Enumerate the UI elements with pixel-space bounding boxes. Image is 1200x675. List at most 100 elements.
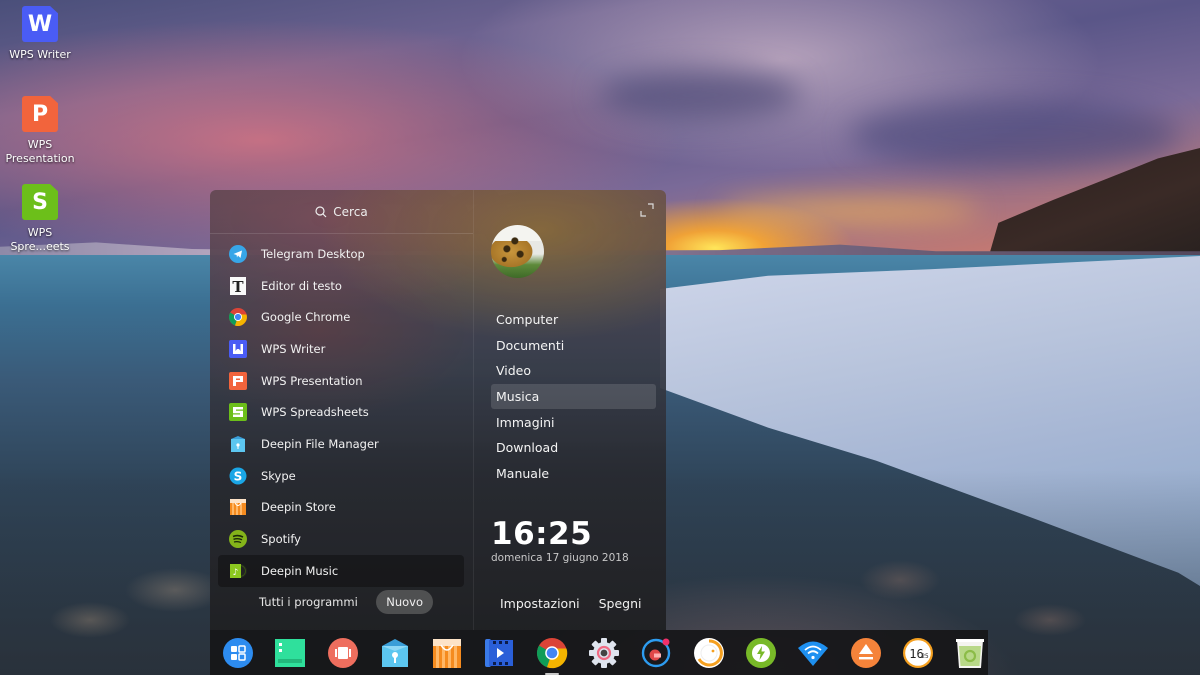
start-menu: Cerca Telegram Desktop T Editor di testo…	[210, 190, 666, 630]
app-item-wps-presentation[interactable]: WPS Presentation	[218, 365, 464, 397]
desktop-icon-wps-presentation[interactable]: P WPS Presentation	[4, 96, 76, 166]
dock-item-screen-recorder[interactable]	[327, 637, 359, 669]
wps-writer-icon	[229, 339, 247, 358]
app-item-file-manager[interactable]: Deepin File Manager	[218, 428, 464, 460]
screen-recorder-icon	[327, 637, 358, 668]
dock-item-volume[interactable]	[693, 637, 725, 669]
app-item-chrome[interactable]: Google Chrome	[218, 301, 464, 333]
dock: 16 25	[210, 630, 988, 675]
dock-item-movie-player[interactable]	[483, 637, 515, 669]
power-bolt-icon	[745, 637, 776, 668]
dock-item-launcher[interactable]	[222, 637, 254, 669]
app-item-deepin-store[interactable]: Deepin Store	[218, 492, 464, 524]
clock-date: domenica 17 giugno 2018	[491, 552, 629, 564]
app-item-text-editor[interactable]: T Editor di testo	[218, 270, 464, 302]
app-label: Skype	[261, 468, 296, 483]
dock-item-clock[interactable]: 16 25	[902, 637, 934, 669]
deepin-music-icon: ♪	[229, 562, 247, 580]
eject-icon	[850, 637, 881, 668]
shutdown-button[interactable]: Spegni	[599, 596, 642, 611]
wps-writer-icon: W	[22, 6, 58, 42]
desktop-icon-wps-writer[interactable]: W WPS Writer	[4, 6, 76, 62]
app-item-skype[interactable]: S Skype	[218, 460, 464, 492]
wallpaper-cloud	[720, 200, 980, 222]
app-item-telegram[interactable]: Telegram Desktop	[218, 238, 464, 270]
search-placeholder: Cerca	[333, 204, 368, 219]
app-item-wps-writer[interactable]: WPS Writer	[218, 333, 464, 365]
app-label: WPS Presentation	[261, 373, 363, 388]
clock-time: 16:25	[491, 516, 593, 552]
app-label: Deepin Music	[261, 563, 339, 578]
app-label: Editor di testo	[261, 278, 342, 293]
dock-item-notifications[interactable]	[640, 637, 672, 669]
telegram-icon	[229, 244, 247, 263]
chrome-icon	[229, 308, 247, 327]
desktop-icon-label: WPS Presentation	[5, 138, 75, 165]
app-label: Spotify	[261, 532, 301, 547]
notification-center-icon	[642, 638, 671, 667]
dock-item-network[interactable]	[797, 637, 829, 669]
search-icon	[315, 205, 327, 217]
app-label: Telegram Desktop	[261, 246, 365, 261]
place-pictures[interactable]: Immagini	[491, 409, 656, 435]
launcher-icon	[223, 637, 253, 668]
movie-player-icon	[485, 638, 514, 667]
wps-spreadsheets-icon	[229, 403, 247, 422]
desktop-icon-wps-spreadsheets[interactable]: S WPS Spre...eets	[4, 184, 76, 254]
app-item-deepin-music[interactable]: ♪ Deepin Music	[218, 554, 464, 587]
spotify-icon	[229, 530, 247, 549]
place-downloads[interactable]: Download	[491, 435, 656, 461]
volume-knob-icon	[693, 637, 724, 668]
svg-text:T: T	[232, 278, 244, 295]
dock-item-power[interactable]	[745, 637, 777, 669]
places-panel: Computer Documenti Video Musica Immagini…	[475, 190, 666, 630]
settings-gear-icon	[589, 637, 620, 668]
place-manual[interactable]: Manuale	[491, 461, 656, 487]
dock-item-eject[interactable]	[850, 637, 882, 669]
deepin-store-icon	[433, 638, 462, 668]
desktop-icon-label: WPS Spre...eets	[10, 226, 70, 253]
dock-item-deepin-store[interactable]	[431, 637, 463, 669]
places-list: Computer Documenti Video Musica Immagini…	[491, 307, 656, 486]
wps-presentation-icon: P	[22, 96, 58, 132]
launcher-footer: Tutti i programmi Nuovo	[210, 588, 474, 616]
app-label: Deepin Store	[261, 500, 336, 515]
app-item-wps-spreadsheets[interactable]: WPS Spreadsheets	[218, 396, 464, 428]
power-row: Impostazioni Spegni	[500, 596, 642, 611]
place-documents[interactable]: Documenti	[491, 333, 656, 359]
search-input[interactable]: Cerca	[210, 190, 473, 234]
file-manager-icon	[229, 435, 247, 453]
skype-icon: S	[229, 467, 247, 485]
running-indicator	[544, 672, 559, 675]
dock-item-chrome[interactable]	[536, 637, 568, 675]
wps-spreadsheets-glyph: S	[32, 189, 48, 215]
fullscreen-toggle-button[interactable]	[640, 202, 654, 217]
dock-item-control-center[interactable]	[588, 637, 620, 669]
dock-item-multitasking[interactable]	[274, 637, 306, 669]
user-avatar[interactable]	[491, 225, 544, 278]
expand-icon	[640, 203, 654, 217]
chrome-icon	[536, 637, 568, 668]
app-list: Telegram Desktop T Editor di testo Googl…	[218, 238, 464, 587]
dock-clock-minute: 25	[921, 653, 929, 660]
place-music[interactable]: Musica	[491, 383, 656, 410]
wps-writer-glyph: W	[27, 11, 53, 37]
trash-icon	[956, 638, 985, 668]
file-manager-icon	[381, 638, 408, 667]
svg-text:♪: ♪	[233, 568, 239, 578]
dock-item-file-manager[interactable]	[379, 637, 411, 669]
place-computer[interactable]: Computer	[491, 307, 656, 333]
app-label: Google Chrome	[261, 310, 351, 325]
deepin-store-icon	[229, 498, 247, 516]
app-label: WPS Spreadsheets	[261, 405, 369, 420]
place-videos[interactable]: Video	[491, 358, 656, 384]
wallpaper-cloud	[600, 70, 800, 120]
app-item-spotify[interactable]: Spotify	[218, 523, 464, 555]
clock-widget: 16:25 domenica 17 giugno 2018	[491, 516, 629, 564]
wps-presentation-glyph: P	[31, 101, 49, 127]
all-programs-button[interactable]: Tutti i programmi	[259, 595, 358, 609]
dock-item-trash[interactable]	[954, 637, 986, 669]
wifi-icon	[798, 641, 829, 666]
settings-button[interactable]: Impostazioni	[500, 596, 580, 611]
new-button[interactable]: Nuovo	[376, 590, 433, 614]
